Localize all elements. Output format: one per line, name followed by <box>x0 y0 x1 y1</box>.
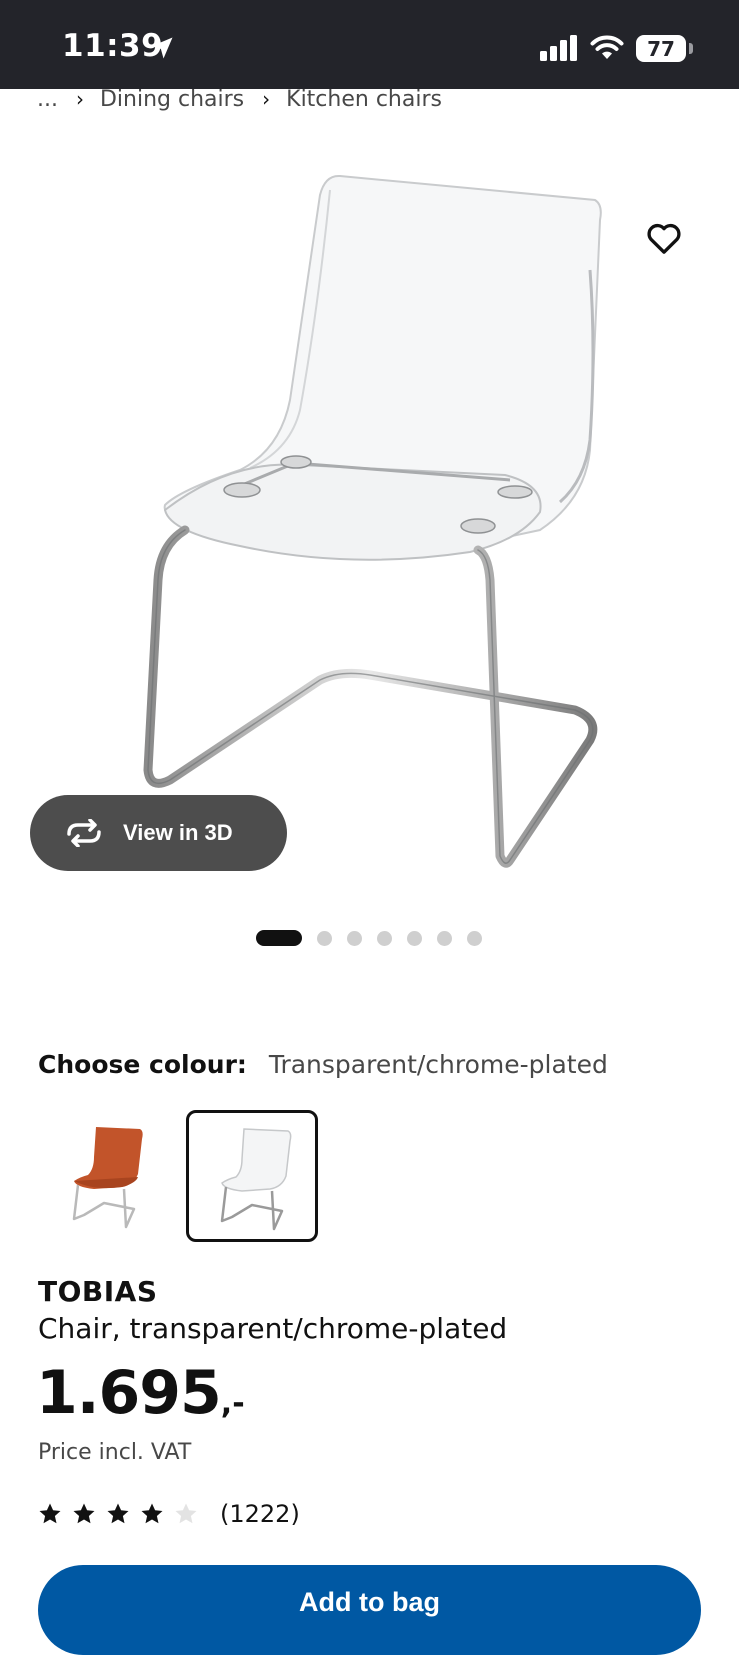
transparent-chair-thumbnail <box>220 1128 292 1231</box>
chevron-right-icon: › <box>262 87 271 111</box>
rotate-3d-icon <box>67 819 101 847</box>
carousel-dot[interactable] <box>437 930 452 946</box>
breadcrumb-item-kitchen-chairs[interactable]: Kitchen chairs <box>286 87 442 112</box>
location-arrow-icon <box>151 37 173 59</box>
cellular-signal-icon <box>540 35 577 61</box>
breadcrumb: ... › Dining chairs › Kitchen chairs <box>37 84 442 114</box>
product-description: Chair, transparent/chrome-plated <box>38 1312 508 1345</box>
carousel-dot[interactable] <box>377 930 392 946</box>
price-note: Price incl. VAT <box>38 1440 192 1465</box>
battery-level: 77 <box>647 36 675 61</box>
colour-swatch-orange[interactable] <box>40 1110 168 1238</box>
view-in-3d-button[interactable]: View in 3D <box>30 795 287 871</box>
choose-colour-label: Choose colour: <box>38 1050 247 1079</box>
star-icon <box>39 1503 61 1524</box>
review-count[interactable]: (1222) <box>220 1500 300 1528</box>
add-to-bag-button[interactable]: Add to bag <box>38 1565 701 1655</box>
carousel-dot[interactable] <box>317 930 332 946</box>
star-empty-icon <box>175 1503 197 1524</box>
carousel-indicator <box>256 930 497 946</box>
carousel-dot[interactable] <box>467 930 482 946</box>
product-name: TOBIAS <box>38 1275 158 1308</box>
colour-swatch-transparent[interactable] <box>186 1110 318 1242</box>
view-in-3d-label: View in 3D <box>123 820 233 845</box>
price-amount: 1.695 <box>36 1358 222 1428</box>
star-icon <box>141 1503 163 1524</box>
product-price: 1.695,- <box>36 1358 245 1428</box>
chevron-right-icon: › <box>75 87 84 111</box>
status-bar: 11:39 77 <box>0 0 739 89</box>
price-suffix: ,- <box>220 1386 245 1421</box>
battery-indicator: 77 <box>636 35 686 62</box>
star-icon <box>107 1503 129 1524</box>
battery-nub <box>689 43 693 54</box>
breadcrumb-ellipsis[interactable]: ... <box>37 87 58 112</box>
add-to-bag-label: Add to bag <box>299 1587 440 1617</box>
carousel-dot[interactable] <box>407 930 422 946</box>
orange-chair-thumbnail <box>72 1127 143 1229</box>
star-icon <box>73 1503 95 1524</box>
breadcrumb-item-dining-chairs[interactable]: Dining chairs <box>100 87 244 112</box>
wifi-icon <box>590 35 624 59</box>
carousel-dot[interactable] <box>256 930 302 946</box>
colour-chooser-header: Choose colour: Transparent/chrome-plated <box>38 1050 608 1079</box>
heart-icon[interactable] <box>644 218 684 258</box>
selected-colour: Transparent/chrome-plated <box>268 1050 608 1079</box>
product-rating[interactable]: (1222) <box>38 1500 300 1528</box>
carousel-dot[interactable] <box>347 930 362 946</box>
